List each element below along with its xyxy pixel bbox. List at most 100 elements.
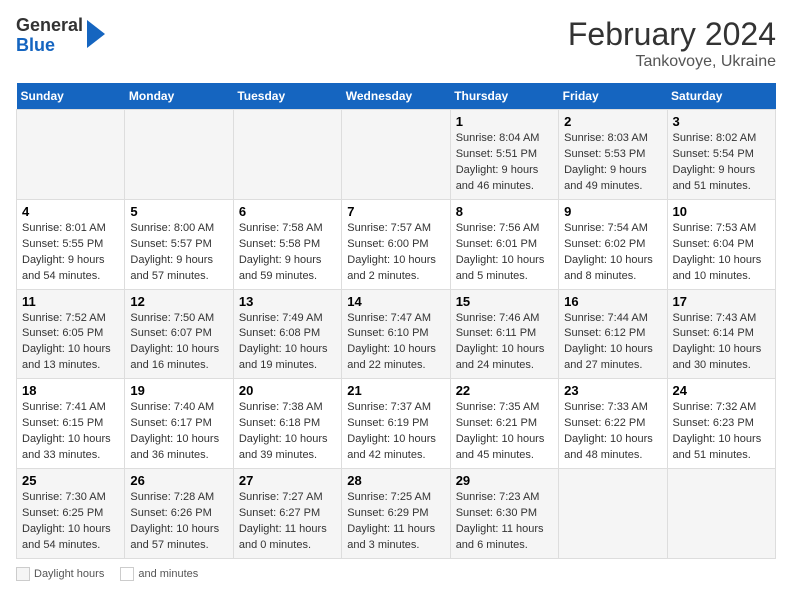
header-day-monday: Monday [125, 83, 233, 110]
calendar-cell: 28Sunrise: 7:25 AMSunset: 6:29 PMDayligh… [342, 469, 450, 559]
calendar-cell: 19Sunrise: 7:40 AMSunset: 6:17 PMDayligh… [125, 379, 233, 469]
day-number: 1 [456, 114, 553, 129]
day-number: 2 [564, 114, 661, 129]
legend-daylight: Daylight hours [16, 567, 104, 581]
day-number: 8 [456, 204, 553, 219]
calendar-cell [125, 110, 233, 200]
calendar-cell: 3Sunrise: 8:02 AMSunset: 5:54 PMDaylight… [667, 110, 775, 200]
calendar-cell: 17 Sunrise: 7:43 AMSunset: 6:14 PMDayligh… [667, 289, 775, 379]
calendar-cell: 27Sunrise: 7:27 AMSunset: 6:27 PMDayligh… [233, 469, 341, 559]
day-info: Sunrise: 8:00 AMSunset: 5:57 PMDaylight:… [130, 221, 227, 285]
day-info: Sunrise: 7:57 AMSunset: 6:00 PMDaylight:… [347, 221, 444, 285]
calendar-cell: 14Sunrise: 7:47 AMSunset: 6:10 PMDayligh… [342, 289, 450, 379]
calendar-title: February 2024 [568, 16, 776, 53]
day-info: Sunrise: 7:41 AMSunset: 6:15 PMDaylight:… [22, 400, 119, 464]
calendar-cell [667, 469, 775, 559]
day-info: Sunrise: 8:01 AMSunset: 5:55 PMDaylight:… [22, 221, 119, 285]
legend-daylight-label: Daylight hours [34, 568, 104, 580]
legend-box-white [120, 567, 134, 581]
calendar-cell: 15 Sunrise: 7:46 AMSunset: 6:11 PMDayligh… [450, 289, 558, 379]
day-number: 23 [564, 383, 661, 398]
day-info: Sunrise: 8:04 AMSunset: 5:51 PMDaylight:… [456, 131, 553, 195]
calendar-cell [559, 469, 667, 559]
calendar-cell [233, 110, 341, 200]
calendar-cell: 20 Sunrise: 7:38 AMSunset: 6:18 PMDayligh… [233, 379, 341, 469]
day-info: Sunrise: 7:30 AMSunset: 6:25 PMDaylight:… [22, 490, 119, 554]
calendar-cell [342, 110, 450, 200]
day-number: 24 [673, 383, 770, 398]
day-number: 6 [239, 204, 336, 219]
calendar-week-2: 4 Sunrise: 8:01 AMSunset: 5:55 PMDaylight… [17, 199, 776, 289]
calendar-week-5: 25Sunrise: 7:30 AMSunset: 6:25 PMDayligh… [17, 469, 776, 559]
calendar-week-4: 18Sunrise: 7:41 AMSunset: 6:15 PMDayligh… [17, 379, 776, 469]
header-day-tuesday: Tuesday [233, 83, 341, 110]
day-info: Sunrise: 7:35 AMSunset: 6:21 PMDaylight:… [456, 400, 553, 464]
day-number: 21 [347, 383, 444, 398]
calendar-cell: 6 Sunrise: 7:58 AMSunset: 5:58 PMDaylight… [233, 199, 341, 289]
calendar-cell: 26Sunrise: 7:28 AMSunset: 6:26 PMDayligh… [125, 469, 233, 559]
header-day-thursday: Thursday [450, 83, 558, 110]
calendar-cell: 7 Sunrise: 7:57 AMSunset: 6:00 PMDaylight… [342, 199, 450, 289]
day-info: Sunrise: 7:28 AMSunset: 6:26 PMDaylight:… [130, 490, 227, 554]
logo-arrow-icon [87, 20, 105, 48]
calendar-cell: 4 Sunrise: 8:01 AMSunset: 5:55 PMDaylight… [17, 199, 125, 289]
day-info: Sunrise: 7:47 AMSunset: 6:10 PMDaylight:… [347, 311, 444, 375]
calendar-week-3: 11 Sunrise: 7:52 AMSunset: 6:05 PMDayligh… [17, 289, 776, 379]
page-header: General Blue February 2024 Tankovoye, Uk… [16, 16, 776, 71]
day-info: Sunrise: 7:37 AMSunset: 6:19 PMDaylight:… [347, 400, 444, 464]
day-info: Sunrise: 7:52 AMSunset: 6:05 PMDaylight:… [22, 311, 119, 375]
calendar-cell: 23 Sunrise: 7:33 AMSunset: 6:22 PMDayligh… [559, 379, 667, 469]
day-info: Sunrise: 7:46 AMSunset: 6:11 PMDaylight:… [456, 311, 553, 375]
day-number: 15 [456, 294, 553, 309]
day-info: Sunrise: 7:58 AMSunset: 5:58 PMDaylight:… [239, 221, 336, 285]
day-number: 4 [22, 204, 119, 219]
day-info: Sunrise: 7:43 AMSunset: 6:14 PMDaylight:… [673, 311, 770, 375]
header-day-saturday: Saturday [667, 83, 775, 110]
header-day-friday: Friday [559, 83, 667, 110]
day-info: Sunrise: 7:56 AMSunset: 6:01 PMDaylight:… [456, 221, 553, 285]
day-number: 11 [22, 294, 119, 309]
calendar-cell: 13Sunrise: 7:49 AMSunset: 6:08 PMDayligh… [233, 289, 341, 379]
day-number: 13 [239, 294, 336, 309]
logo-general: General [16, 16, 83, 36]
legend-box-shaded [16, 567, 30, 581]
day-info: Sunrise: 7:54 AMSunset: 6:02 PMDaylight:… [564, 221, 661, 285]
calendar-cell: 10 Sunrise: 7:53 AMSunset: 6:04 PMDayligh… [667, 199, 775, 289]
calendar-cell: 29Sunrise: 7:23 AMSunset: 6:30 PMDayligh… [450, 469, 558, 559]
day-number: 9 [564, 204, 661, 219]
day-info: Sunrise: 7:53 AMSunset: 6:04 PMDaylight:… [673, 221, 770, 285]
day-info: Sunrise: 7:38 AMSunset: 6:18 PMDaylight:… [239, 400, 336, 464]
day-number: 7 [347, 204, 444, 219]
calendar-cell: 25Sunrise: 7:30 AMSunset: 6:25 PMDayligh… [17, 469, 125, 559]
calendar-header: SundayMondayTuesdayWednesdayThursdayFrid… [17, 83, 776, 110]
day-info: Sunrise: 7:32 AMSunset: 6:23 PMDaylight:… [673, 400, 770, 464]
calendar-subtitle: Tankovoye, Ukraine [568, 53, 776, 71]
day-number: 10 [673, 204, 770, 219]
day-info: Sunrise: 7:27 AMSunset: 6:27 PMDaylight:… [239, 490, 336, 554]
calendar-cell: 16Sunrise: 7:44 AMSunset: 6:12 PMDayligh… [559, 289, 667, 379]
header-day-wednesday: Wednesday [342, 83, 450, 110]
day-number: 17 [673, 294, 770, 309]
header-day-sunday: Sunday [17, 83, 125, 110]
day-number: 5 [130, 204, 227, 219]
day-info: Sunrise: 8:02 AMSunset: 5:54 PMDaylight:… [673, 131, 770, 195]
calendar-cell: 2 Sunrise: 8:03 AMSunset: 5:53 PMDaylight… [559, 110, 667, 200]
day-info: Sunrise: 8:03 AMSunset: 5:53 PMDaylight:… [564, 131, 661, 195]
title-block: February 2024 Tankovoye, Ukraine [568, 16, 776, 71]
day-info: Sunrise: 7:25 AMSunset: 6:29 PMDaylight:… [347, 490, 444, 554]
calendar-body: 1 Sunrise: 8:04 AMSunset: 5:51 PMDaylight… [17, 110, 776, 559]
calendar-cell: 8 Sunrise: 7:56 AMSunset: 6:01 PMDaylight… [450, 199, 558, 289]
day-number: 20 [239, 383, 336, 398]
calendar-cell [17, 110, 125, 200]
legend: Daylight hours and minutes [16, 567, 776, 581]
day-info: Sunrise: 7:23 AMSunset: 6:30 PMDaylight:… [456, 490, 553, 554]
legend-and-minutes: and minutes [120, 567, 198, 581]
calendar-table: SundayMondayTuesdayWednesdayThursdayFrid… [16, 83, 776, 559]
calendar-cell: 9 Sunrise: 7:54 AMSunset: 6:02 PMDaylight… [559, 199, 667, 289]
calendar-cell: 18Sunrise: 7:41 AMSunset: 6:15 PMDayligh… [17, 379, 125, 469]
day-number: 16 [564, 294, 661, 309]
calendar-cell: 22Sunrise: 7:35 AMSunset: 6:21 PMDayligh… [450, 379, 558, 469]
legend-and-minutes-label: and minutes [138, 568, 198, 580]
header-row: SundayMondayTuesdayWednesdayThursdayFrid… [17, 83, 776, 110]
day-info: Sunrise: 7:33 AMSunset: 6:22 PMDaylight:… [564, 400, 661, 464]
